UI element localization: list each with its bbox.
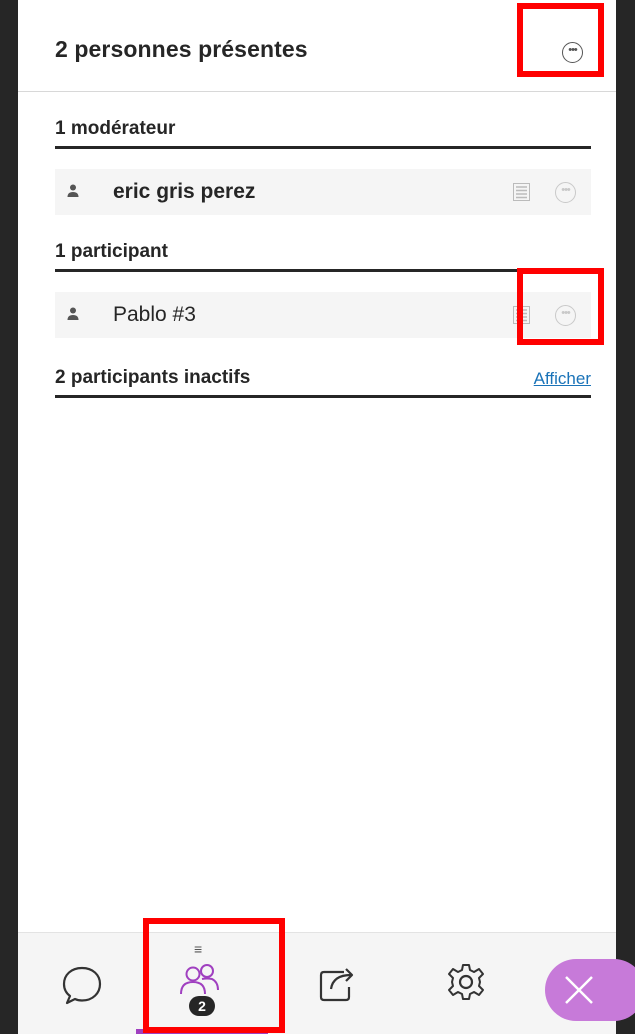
close-button[interactable] <box>545 959 635 1021</box>
close-icon <box>565 976 593 1004</box>
highlight-box <box>517 3 604 77</box>
participant-name: Pablo #3 <box>113 303 196 326</box>
chat-tab[interactable] <box>18 933 136 1034</box>
inactive-section-header: 2 participants inactifs Afficher <box>55 367 591 398</box>
share-icon <box>319 968 354 1002</box>
page-title: 2 personnes présentes <box>55 36 308 62</box>
settings-tab[interactable] <box>398 933 538 1034</box>
participants-section-header: 1 participant <box>55 241 591 272</box>
person-icon <box>67 307 79 320</box>
gear-icon <box>448 964 484 1000</box>
participant-name: eric gris perez <box>113 180 256 203</box>
chat-icon <box>62 966 102 1005</box>
list-item[interactable]: eric gris perez ••• <box>55 169 591 215</box>
show-inactive-link[interactable]: Afficher <box>534 369 591 389</box>
participants-label: 1 participant <box>55 241 168 262</box>
participants-panel: 2 personnes présentes ••• 1 modérateur e… <box>18 0 616 1033</box>
person-icon <box>67 184 79 197</box>
participant-more-button[interactable]: ••• <box>555 182 576 203</box>
list-item[interactable]: Pablo #3 ••• <box>55 292 591 338</box>
list-icon[interactable] <box>513 183 530 201</box>
highlight-box <box>143 918 285 1033</box>
bottom-toolbar: ≡ 2 <box>18 932 635 1034</box>
more-options-icon: ••• <box>561 184 571 196</box>
highlight-box <box>517 268 604 345</box>
share-tab[interactable] <box>268 933 398 1034</box>
moderators-section-header: 1 modérateur <box>55 118 591 149</box>
inactive-label: 2 participants inactifs <box>55 367 251 388</box>
moderators-label: 1 modérateur <box>55 118 176 139</box>
